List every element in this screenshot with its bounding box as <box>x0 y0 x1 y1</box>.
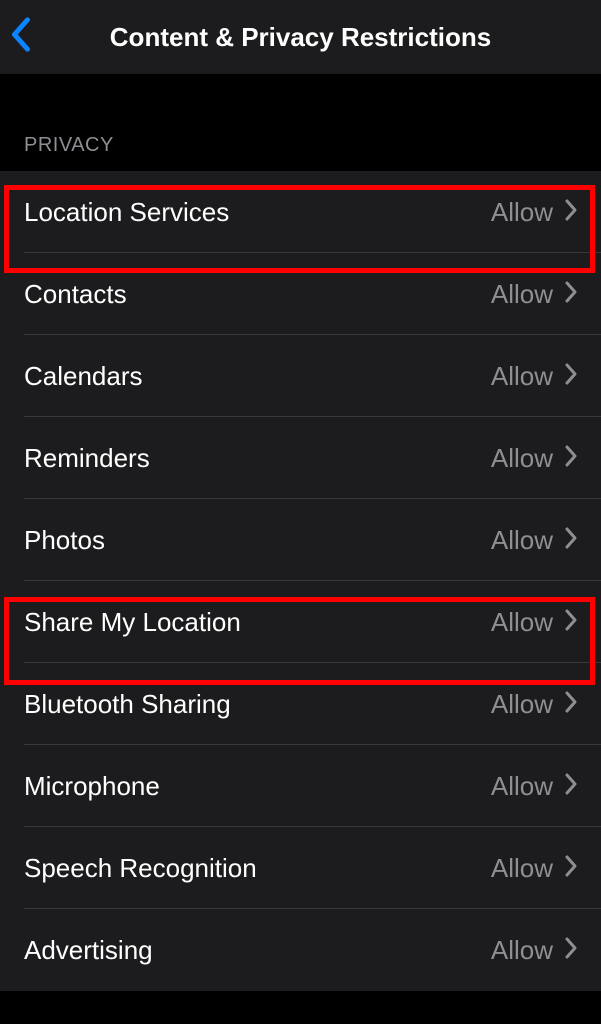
back-button[interactable] <box>10 17 32 58</box>
chevron-right-icon <box>565 445 577 472</box>
list-item-advertising[interactable]: Advertising Allow <box>0 909 601 991</box>
item-value: Allow <box>491 361 553 392</box>
item-right: Allow <box>491 935 577 966</box>
chevron-right-icon <box>565 609 577 636</box>
chevron-right-icon <box>565 281 577 308</box>
item-label: Microphone <box>24 771 160 802</box>
list-item-microphone[interactable]: Microphone Allow <box>0 745 601 827</box>
item-right: Allow <box>491 525 577 556</box>
list-item-speech-recognition[interactable]: Speech Recognition Allow <box>0 827 601 909</box>
item-value: Allow <box>491 689 553 720</box>
item-right: Allow <box>491 443 577 474</box>
list-item-share-my-location[interactable]: Share My Location Allow <box>0 581 601 663</box>
item-right: Allow <box>491 197 577 228</box>
list-item-contacts[interactable]: Contacts Allow <box>0 253 601 335</box>
chevron-right-icon <box>565 691 577 718</box>
item-right: Allow <box>491 361 577 392</box>
list-item-reminders[interactable]: Reminders Allow <box>0 417 601 499</box>
chevron-right-icon <box>565 199 577 226</box>
item-label: Share My Location <box>24 607 241 638</box>
chevron-left-icon <box>10 17 32 58</box>
chevron-right-icon <box>565 937 577 964</box>
item-value: Allow <box>491 197 553 228</box>
item-right: Allow <box>491 607 577 638</box>
item-right: Allow <box>491 771 577 802</box>
item-right: Allow <box>491 279 577 310</box>
list-item-calendars[interactable]: Calendars Allow <box>0 335 601 417</box>
item-value: Allow <box>491 525 553 556</box>
item-label: Location Services <box>24 197 229 228</box>
chevron-right-icon <box>565 773 577 800</box>
item-label: Contacts <box>24 279 127 310</box>
item-right: Allow <box>491 853 577 884</box>
list-item-location-services[interactable]: Location Services Allow <box>0 171 601 253</box>
item-value: Allow <box>491 443 553 474</box>
item-value: Allow <box>491 279 553 310</box>
item-label: Advertising <box>24 935 153 966</box>
content-area: PRIVACY Location Services Allow Contacts… <box>0 74 601 991</box>
item-value: Allow <box>491 935 553 966</box>
list-item-bluetooth-sharing[interactable]: Bluetooth Sharing Allow <box>0 663 601 745</box>
item-label: Calendars <box>24 361 143 392</box>
chevron-right-icon <box>565 363 577 390</box>
item-right: Allow <box>491 689 577 720</box>
item-label: Reminders <box>24 443 150 474</box>
chevron-right-icon <box>565 855 577 882</box>
page-title: Content & Privacy Restrictions <box>16 22 585 53</box>
chevron-right-icon <box>565 527 577 554</box>
item-label: Bluetooth Sharing <box>24 689 231 720</box>
list-item-photos[interactable]: Photos Allow <box>0 499 601 581</box>
header-bar: Content & Privacy Restrictions <box>0 0 601 74</box>
item-label: Photos <box>24 525 105 556</box>
item-value: Allow <box>491 853 553 884</box>
item-value: Allow <box>491 607 553 638</box>
section-header-privacy: PRIVACY <box>0 134 601 171</box>
item-value: Allow <box>491 771 553 802</box>
item-label: Speech Recognition <box>24 853 257 884</box>
